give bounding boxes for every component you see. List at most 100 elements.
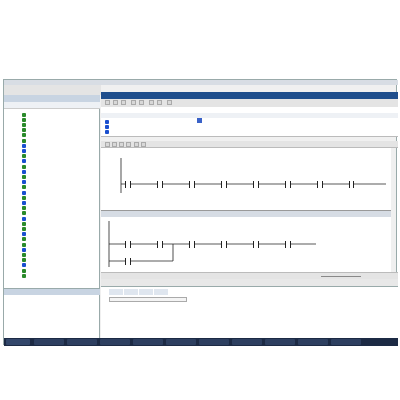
block-icon [22, 268, 26, 273]
block-icon [22, 247, 26, 252]
editor-title-bar [101, 92, 398, 99]
go-online-button[interactable] [149, 100, 154, 105]
block-icon [22, 185, 26, 190]
block-icon [22, 232, 26, 237]
block-interface-table [101, 107, 398, 137]
block-icon [22, 174, 26, 179]
inspector-tabs [109, 289, 168, 295]
block-icon [22, 211, 26, 216]
redo-button[interactable] [121, 100, 126, 105]
block-icon [22, 237, 26, 242]
download-button[interactable] [139, 100, 144, 105]
undo-button[interactable] [113, 100, 118, 105]
ladder-contact[interactable] [285, 181, 291, 188]
taskbar-item[interactable] [331, 339, 361, 345]
taskbar-item[interactable] [298, 339, 328, 345]
inspector-tab[interactable] [109, 289, 123, 295]
ladder-coil[interactable] [349, 181, 354, 188]
block-icon [22, 169, 26, 174]
block-icon [22, 143, 26, 148]
ladder-contact[interactable] [317, 181, 323, 188]
zoom-bar [101, 272, 398, 279]
ladder-toolbar [101, 141, 398, 148]
project-tree-header [4, 95, 100, 102]
expand-icon[interactable] [105, 129, 109, 134]
block-icon [22, 195, 26, 200]
interface-checkbox[interactable] [197, 118, 202, 123]
branch-close-button[interactable] [141, 142, 146, 147]
block-icon [22, 252, 26, 257]
taskbar-item[interactable] [133, 339, 163, 345]
expand-icon[interactable] [105, 119, 109, 124]
menu-bar [4, 85, 101, 95]
inspector-panel [101, 286, 398, 338]
monitor-button[interactable] [157, 100, 162, 105]
block-icon [22, 216, 26, 221]
ladder-contact[interactable] [221, 181, 227, 188]
block-icon [22, 190, 26, 195]
ladder-contact-branch[interactable] [125, 258, 131, 265]
ladder-contact[interactable] [189, 241, 195, 248]
details-header [4, 289, 100, 295]
project-tree-panel [4, 95, 100, 288]
project-tree-item[interactable] [22, 273, 28, 278]
taskbar-item[interactable] [100, 339, 130, 345]
block-icon [22, 148, 26, 153]
block-icon [22, 138, 26, 143]
block-icon [22, 180, 26, 185]
block-icon [22, 122, 26, 127]
block-icon [22, 128, 26, 133]
main-toolbar [101, 99, 398, 107]
ladder-contact[interactable] [253, 181, 259, 188]
coil-button[interactable] [119, 142, 124, 147]
taskbar-item[interactable] [265, 339, 295, 345]
block-icon [22, 154, 26, 159]
block-icon [22, 263, 26, 268]
inspector-tab[interactable] [139, 289, 153, 295]
interface-header-row [101, 113, 398, 118]
block-icon [22, 200, 26, 205]
ladder-contact[interactable] [253, 241, 259, 248]
inspector-tab[interactable] [154, 289, 168, 295]
ladder-contact[interactable] [125, 241, 131, 248]
ladder-contact[interactable] [221, 241, 227, 248]
inspector-field[interactable] [109, 297, 187, 302]
network-button[interactable] [167, 100, 172, 105]
properties-tab-bar [101, 279, 398, 286]
taskbar-item[interactable] [34, 339, 64, 345]
network-2-rung [108, 221, 316, 267]
block-icon [22, 206, 26, 211]
branch-open-button[interactable] [134, 142, 139, 147]
taskbar-item[interactable] [199, 339, 229, 345]
block-icon [22, 242, 26, 247]
app-window [3, 79, 398, 346]
block-icon [22, 273, 26, 278]
network-1 [101, 148, 391, 210]
block-icon [22, 159, 26, 164]
save-button[interactable] [105, 100, 110, 105]
ladder-contact[interactable] [285, 241, 291, 248]
contact-nc-button[interactable] [112, 142, 117, 147]
contact-no-button[interactable] [105, 142, 110, 147]
block-icon [22, 112, 26, 117]
ladder-contact[interactable] [125, 181, 131, 188]
ladder-contact[interactable] [157, 181, 163, 188]
network-2 [101, 210, 391, 272]
taskbar-item[interactable] [67, 339, 97, 345]
start-button[interactable] [6, 339, 30, 345]
block-icon [22, 133, 26, 138]
inspector-tab[interactable] [124, 289, 138, 295]
zoom-slider[interactable] [321, 276, 361, 277]
ladder-contact[interactable] [189, 181, 195, 188]
interface-row[interactable] [105, 129, 111, 134]
expand-icon[interactable] [105, 124, 109, 129]
taskbar-item[interactable] [166, 339, 196, 345]
details-panel [4, 288, 100, 338]
block-icon [22, 221, 26, 226]
taskbar [4, 338, 398, 346]
project-tree-toolbar [4, 102, 100, 109]
taskbar-item[interactable] [232, 339, 262, 345]
ladder-contact[interactable] [157, 241, 163, 248]
box-button[interactable] [126, 142, 131, 147]
compile-button[interactable] [131, 100, 136, 105]
